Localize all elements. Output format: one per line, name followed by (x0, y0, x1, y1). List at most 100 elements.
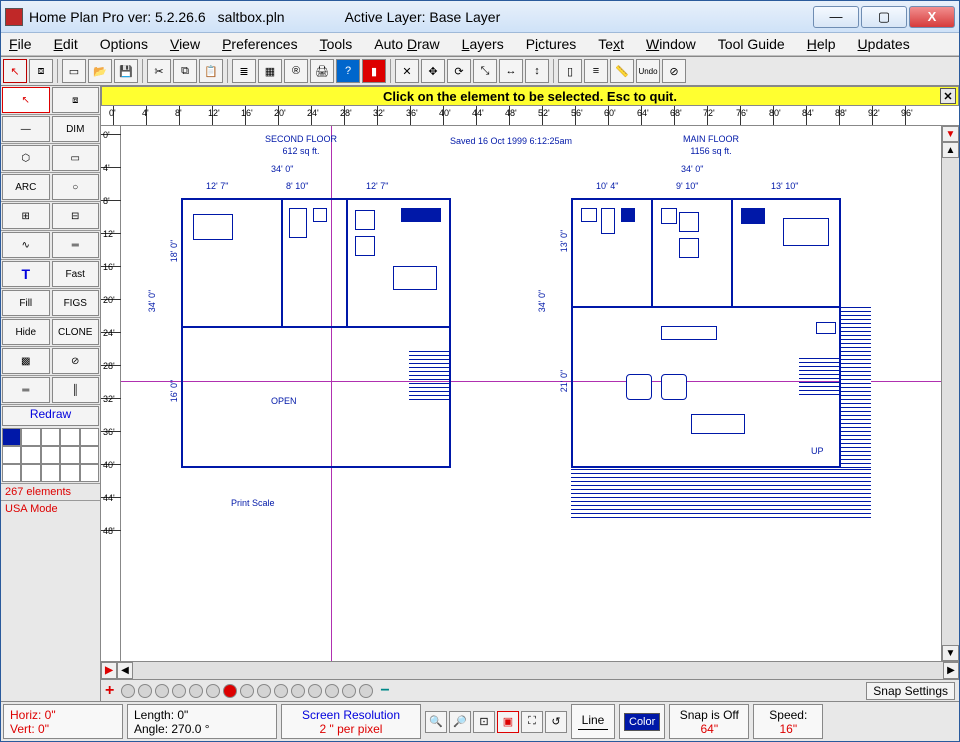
arc-tool[interactable]: ARC (2, 174, 50, 200)
windows-tool[interactable]: ⊟ (52, 203, 100, 229)
layer-dot[interactable] (325, 684, 339, 698)
line-tool[interactable]: — (2, 116, 50, 142)
zoom-extent-icon[interactable]: ⛶ (521, 711, 543, 733)
layer-dot[interactable] (257, 684, 271, 698)
hdim-icon[interactable]: ↔ (499, 59, 523, 83)
menu-options[interactable]: Options (100, 36, 148, 52)
layer-dot[interactable] (342, 684, 356, 698)
layer-dot[interactable] (308, 684, 322, 698)
rotate-icon[interactable]: ⟳ (447, 59, 471, 83)
layer-dot[interactable] (291, 684, 305, 698)
vdim-icon[interactable]: ↕ (525, 59, 549, 83)
curve-tool[interactable]: ∿ (2, 232, 50, 258)
erase-tool[interactable]: ⊘ (52, 348, 100, 374)
save-icon[interactable]: 💾 (114, 59, 138, 83)
minus-icon[interactable]: − (380, 682, 389, 700)
redo-icon[interactable]: ⊘ (662, 59, 686, 83)
menu-help[interactable]: Help (807, 36, 836, 52)
wall-icon[interactable]: ▯ (558, 59, 582, 83)
layer-dot[interactable] (359, 684, 373, 698)
scroll-home-icon[interactable]: ▼ (942, 126, 959, 142)
menu-tools[interactable]: Tools (320, 36, 353, 52)
color-button[interactable]: Color (619, 704, 665, 739)
menu-updates[interactable]: Updates (858, 36, 910, 52)
menu-text[interactable]: Text (598, 36, 624, 52)
speed-readout[interactable]: Speed: 16" (753, 704, 823, 739)
arrow-tool[interactable]: ↖ (2, 87, 50, 113)
zoom-fit-icon[interactable]: ⊡ (473, 711, 495, 733)
scroll-right-icon[interactable]: ▶ (943, 662, 959, 679)
zoom-window-icon[interactable]: ▣ (497, 711, 519, 733)
layer-dot[interactable] (206, 684, 220, 698)
menu-window[interactable]: Window (646, 36, 696, 52)
rect-tool[interactable]: ▭ (52, 145, 100, 171)
menu-layers[interactable]: Layers (462, 36, 504, 52)
snap-settings-button[interactable]: Snap Settings (866, 682, 955, 700)
layer-dot[interactable] (189, 684, 203, 698)
scroll-down-icon[interactable]: ▼ (942, 645, 959, 661)
maximize-button[interactable]: ▢ (861, 6, 907, 28)
register-icon[interactable]: ® (284, 59, 308, 83)
redraw-button[interactable]: Redraw (2, 406, 99, 426)
select-tool[interactable]: ⧈ (52, 87, 100, 113)
cut-icon[interactable]: ✂ (147, 59, 171, 83)
scroll-up-icon[interactable]: ▲ (942, 142, 959, 158)
paste-icon[interactable]: 📋 (199, 59, 223, 83)
color-palette[interactable] (2, 428, 99, 482)
hatch-tool[interactable]: ▩ (2, 348, 50, 374)
horizontal-scrollbar[interactable]: ▶ ◀ ▶ (101, 661, 959, 679)
vtrack-tool[interactable]: ║ (52, 377, 100, 403)
scroll-left-icon[interactable]: ◀ (117, 662, 133, 679)
delete-icon[interactable]: ✕ (395, 59, 419, 83)
drawing-canvas[interactable]: Saved 16 Oct 1999 6:12:25am SECOND FLOOR… (121, 126, 941, 661)
fast-text-tool[interactable]: Fast (52, 261, 100, 287)
zoom-in-icon[interactable]: 🔍 (425, 711, 447, 733)
close-button[interactable]: X (909, 6, 955, 28)
list-icon[interactable]: ≣ (232, 59, 256, 83)
vertical-scrollbar[interactable]: ▼ ▲ ▼ (941, 126, 959, 661)
minimize-button[interactable]: — (813, 6, 859, 28)
layer-dot-active[interactable] (223, 684, 237, 698)
layer-dot[interactable] (240, 684, 254, 698)
menu-view[interactable]: View (170, 36, 200, 52)
text-tool[interactable]: T (2, 261, 50, 287)
parallel-tool[interactable]: ═ (52, 232, 100, 258)
measure-icon[interactable]: 📏 (610, 59, 634, 83)
help-icon[interactable]: ? (336, 59, 360, 83)
doors-tool[interactable]: ⊞ (2, 203, 50, 229)
dim-tool[interactable]: DIM (52, 116, 100, 142)
clone-tool[interactable]: CLONE (52, 319, 100, 345)
snap-readout[interactable]: Snap is Off 64" (669, 704, 749, 739)
layer-dot[interactable] (138, 684, 152, 698)
scale-icon[interactable]: ⤡ (473, 59, 497, 83)
pointer-tool-icon[interactable]: ↖ (3, 59, 27, 83)
polyline-tool[interactable]: ⬡ (2, 145, 50, 171)
menu-file[interactable]: File (9, 36, 32, 52)
print-icon[interactable]: 🖨 (310, 59, 334, 83)
zoom-prev-icon[interactable]: ↺ (545, 711, 567, 733)
htrack-tool[interactable]: ═ (2, 377, 50, 403)
grid-icon[interactable]: ▦ (258, 59, 282, 83)
hint-close-icon[interactable]: ✕ (940, 88, 956, 104)
select-area-icon[interactable]: ⧈ (29, 59, 53, 83)
figs-tool[interactable]: FIGS (52, 290, 100, 316)
scroll-origin-icon[interactable]: ▶ (101, 662, 117, 679)
zoom-out-icon[interactable]: 🔎 (449, 711, 471, 733)
copy-icon[interactable]: ⧉ (173, 59, 197, 83)
circle-tool[interactable]: ○ (52, 174, 100, 200)
menu-autodraw[interactable]: Auto Draw (374, 36, 439, 52)
plus-icon[interactable]: + (105, 682, 114, 700)
open-icon[interactable]: 📂 (88, 59, 112, 83)
new-icon[interactable]: ▭ (62, 59, 86, 83)
hide-tool[interactable]: Hide (2, 319, 50, 345)
menu-edit[interactable]: Edit (54, 36, 78, 52)
align-icon[interactable]: ≡ (584, 59, 608, 83)
layer-dot[interactable] (121, 684, 135, 698)
layer-dot[interactable] (274, 684, 288, 698)
line-style-button[interactable]: Line (571, 704, 615, 739)
menu-toolguide[interactable]: Tool Guide (718, 36, 785, 52)
layer-dot[interactable] (155, 684, 169, 698)
undo-icon[interactable]: Undo (636, 59, 660, 83)
menu-pictures[interactable]: Pictures (526, 36, 577, 52)
menu-preferences[interactable]: Preferences (222, 36, 298, 52)
